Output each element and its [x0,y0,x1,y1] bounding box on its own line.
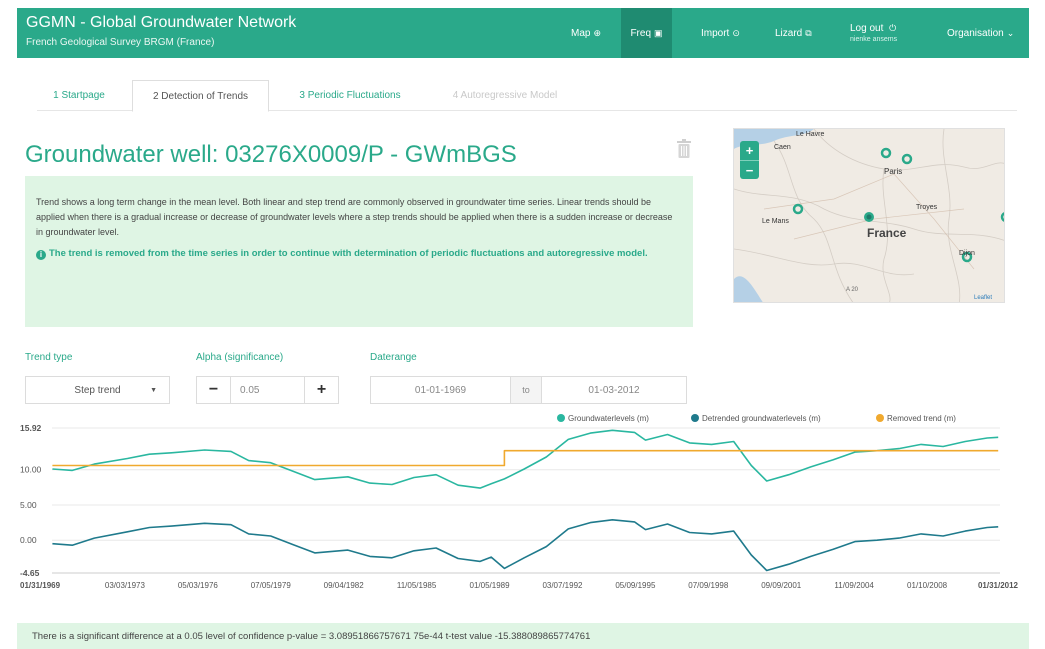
tab-periodic-fluctuations[interactable]: 3 Periodic Fluctuations [280,80,420,111]
caret-down-icon: ▼ [150,386,157,394]
y-tick-label: 10.00 [20,465,42,475]
trend-info-panel: Trend shows a long term change in the me… [25,176,693,327]
legend-swatch [557,414,565,422]
trend-note: i The trend is removed from the time seri… [36,246,678,261]
x-tick-label: 07/09/1998 [688,581,729,590]
x-tick-label: 11/05/1985 [397,581,437,590]
nav-import[interactable]: Import ⊙ [701,8,753,58]
x-tick-label: 09/09/2001 [761,581,802,590]
date-from-input[interactable]: 01-01-1969 [370,376,511,404]
x-tick-label: 05/09/1995 [615,581,656,590]
page-title: Groundwater well: 03276X0009/P - GWmBGS [25,141,517,168]
logout-link[interactable]: Log out ⏻ nienke ansems [850,8,912,58]
legend-label: Groundwaterlevels (m) [568,414,649,423]
trend-explanation: Trend shows a long term change in the me… [36,197,673,237]
organisation-dropdown[interactable]: Organisation ⌄ [947,8,1025,58]
x-tick-label: 03/07/1992 [542,581,583,590]
app-title[interactable]: GGMN - Global Groundwater Network [26,14,296,32]
bay-area [734,276,763,302]
legend-swatch [876,414,884,422]
map-labels: Le Havre Caen Paris Le Mans Troyes Franc… [762,131,992,301]
detrended-level-line [52,519,999,572]
daterange-label: Daterange [370,352,417,363]
zoom-out-button[interactable]: − [740,160,759,179]
x-tick-label: 03/03/1973 [105,581,146,590]
trash-icon[interactable] [677,139,691,158]
external-link-icon: ⧉ [805,27,812,38]
logout-label: Log out [850,23,884,34]
nav-freq-label: Freq [630,27,652,39]
alpha-decrement-button[interactable]: − [196,376,231,404]
nav-map[interactable]: Map ⊕ [571,8,611,58]
chevron-down-icon: ⌄ [1006,27,1015,38]
nav-import-label: Import [701,27,730,39]
organisation-subtitle: French Geological Survey BRGM (France) [26,37,215,48]
map-label-caen: Caen [774,144,791,151]
map-label-france: France [867,226,907,240]
legend-swatch [691,414,699,422]
map-label-le-mans: Le Mans [762,218,789,225]
leaflet-attribution: Leaflet [974,295,992,301]
power-icon: ⏻ [889,23,897,33]
map-zoom-control: + − [740,141,759,179]
tab-autoregressive-model: 4 Autoregressive Model [452,90,558,101]
x-tick-label: 09/04/1982 [324,581,365,590]
map-tiles: Le Havre Caen Paris Le Mans Troyes Franc… [734,129,1005,302]
nav-lizard[interactable]: Lizard ⧉ [775,8,823,58]
x-tick-label: 01/31/2012 [978,581,1019,590]
x-tick-label: 01/10/2008 [907,581,948,590]
location-map[interactable]: Le Havre Caen Paris Le Mans Troyes Franc… [733,128,1005,303]
trend-note-text: The trend is removed from the time serie… [49,248,648,259]
y-tick-label: -4.65 [20,568,40,578]
date-to-input[interactable]: 01-03-2012 [541,376,687,404]
alpha-label: Alpha (significance) [196,352,284,363]
map-label-paris: Paris [884,167,902,176]
organisation-label: Organisation [947,27,1004,39]
x-tick-label: 05/03/1976 [178,581,219,590]
zoom-in-button[interactable]: + [740,141,759,160]
import-icon: ⊙ [732,27,740,38]
legend-label: Detrended groundwaterlevels (m) [702,414,821,423]
map-label-le-havre: Le Havre [796,131,825,138]
groundwater-level-line [52,429,999,489]
inbox-icon: ▣ [654,27,663,38]
x-tick-label: 01/31/1969 [20,581,61,590]
logged-in-user: nienke ansems [850,36,898,43]
y-tick-label: 15.92 [20,423,42,433]
tab-startpage[interactable]: 1 Startpage [37,80,121,111]
brand[interactable]: GGMN - Global Groundwater Network French… [26,14,296,50]
x-tick-label: 11/09/2004 [834,581,874,590]
info-icon: i [36,250,46,260]
nav-freq[interactable]: Freq ▣ [621,8,672,58]
step-tabs: 1 Startpage 2 Detection of Trends 3 Peri… [37,80,1017,112]
nav-lizard-label: Lizard [775,27,803,39]
y-tick-label: 5.00 [20,500,37,510]
station-markers[interactable] [792,147,1005,263]
alpha-increment-button[interactable]: + [304,376,339,404]
x-tick-label: 07/05/1979 [251,581,292,590]
trend-type-select[interactable]: Step trend ▼ [25,376,170,404]
y-tick-label: 0.00 [20,535,37,545]
removed-trend-line [52,449,999,467]
navbar: GGMN - Global Groundwater Network French… [17,8,1029,58]
trend-type-label: Trend type [25,352,73,363]
groundwater-chart[interactable]: 15.92 10.00 5.00 0.00 -4.65 01/31/1969 03/03/1… [0,408,1045,610]
x-tick-label: 01/05/1989 [470,581,511,590]
significance-result: There is a significant difference at a 0… [17,623,1029,649]
trend-type-value: Step trend [74,384,121,396]
tab-detection-of-trends[interactable]: 2 Detection of Trends [132,80,269,112]
map-road-label: A 20 [846,287,859,293]
globe-icon: ⊕ [593,27,601,38]
map-label-troyes: Troyes [916,204,938,211]
date-to-separator: to [511,376,541,404]
nav-map-label: Map [571,27,591,39]
legend-label: Removed trend (m) [887,414,956,423]
map-label-dijon: Dijon [959,250,975,257]
alpha-input[interactable]: 0.05 [231,376,304,404]
